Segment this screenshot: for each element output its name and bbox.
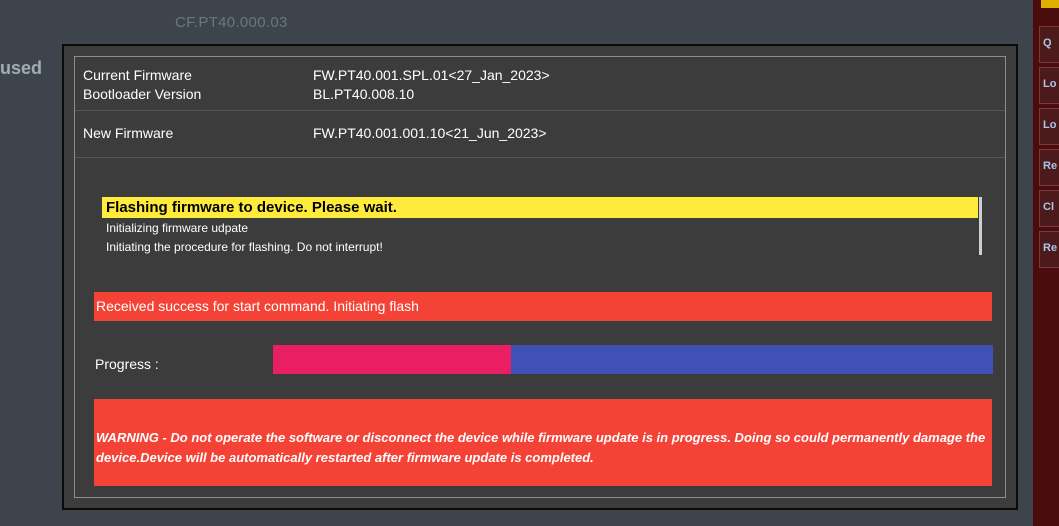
dialog-content: Current Firmware FW.PT40.001.SPL.01<27_J…: [74, 56, 1006, 498]
right-panel-accent: [1041, 0, 1059, 8]
warning-message: WARNING - Do not operate the software or…: [94, 399, 992, 486]
log-highlight-row: Flashing firmware to device. Please wait…: [102, 197, 978, 218]
side-tab-2[interactable]: Lo: [1039, 67, 1059, 104]
side-tab-5[interactable]: Cl: [1039, 190, 1059, 227]
current-firmware-value: FW.PT40.001.SPL.01<27_Jan_2023>: [313, 67, 550, 83]
partial-background-text: used: [0, 58, 43, 78]
firmware-update-dialog: Current Firmware FW.PT40.001.SPL.01<27_J…: [62, 44, 1018, 510]
progress-bar-fill: [273, 345, 511, 374]
progress-bar: [273, 345, 993, 374]
side-tab-4[interactable]: Re: [1039, 149, 1059, 186]
status-message: Received success for start command. Init…: [94, 292, 992, 321]
side-tab-3[interactable]: Lo: [1039, 108, 1059, 145]
log-line: Initializing firmware udpate: [106, 221, 249, 235]
side-tab-1[interactable]: Q: [1039, 26, 1059, 63]
firmware-info-section: Current Firmware FW.PT40.001.SPL.01<27_J…: [75, 57, 1005, 111]
log-line: Initiating the procedure for flashing. D…: [106, 240, 383, 254]
config-label: CF.PT40.000.03: [175, 14, 288, 31]
new-firmware-value: FW.PT40.001.001.10<21_Jun_2023>: [313, 125, 547, 141]
new-firmware-label: New Firmware: [83, 125, 174, 141]
bootloader-label: Bootloader Version: [83, 86, 202, 102]
log-title: Flashing firmware to device. Please wait…: [106, 199, 397, 216]
progress-label: Progress :: [95, 356, 159, 372]
log-scrollbar[interactable]: [979, 197, 982, 255]
current-firmware-label: Current Firmware: [83, 67, 192, 83]
new-firmware-section: New Firmware FW.PT40.001.001.10<21_Jun_2…: [75, 111, 1005, 158]
flash-log[interactable]: Flashing firmware to device. Please wait…: [102, 197, 984, 265]
bootloader-value: BL.PT40.008.10: [313, 86, 415, 102]
side-tab-6[interactable]: Re: [1039, 231, 1059, 268]
